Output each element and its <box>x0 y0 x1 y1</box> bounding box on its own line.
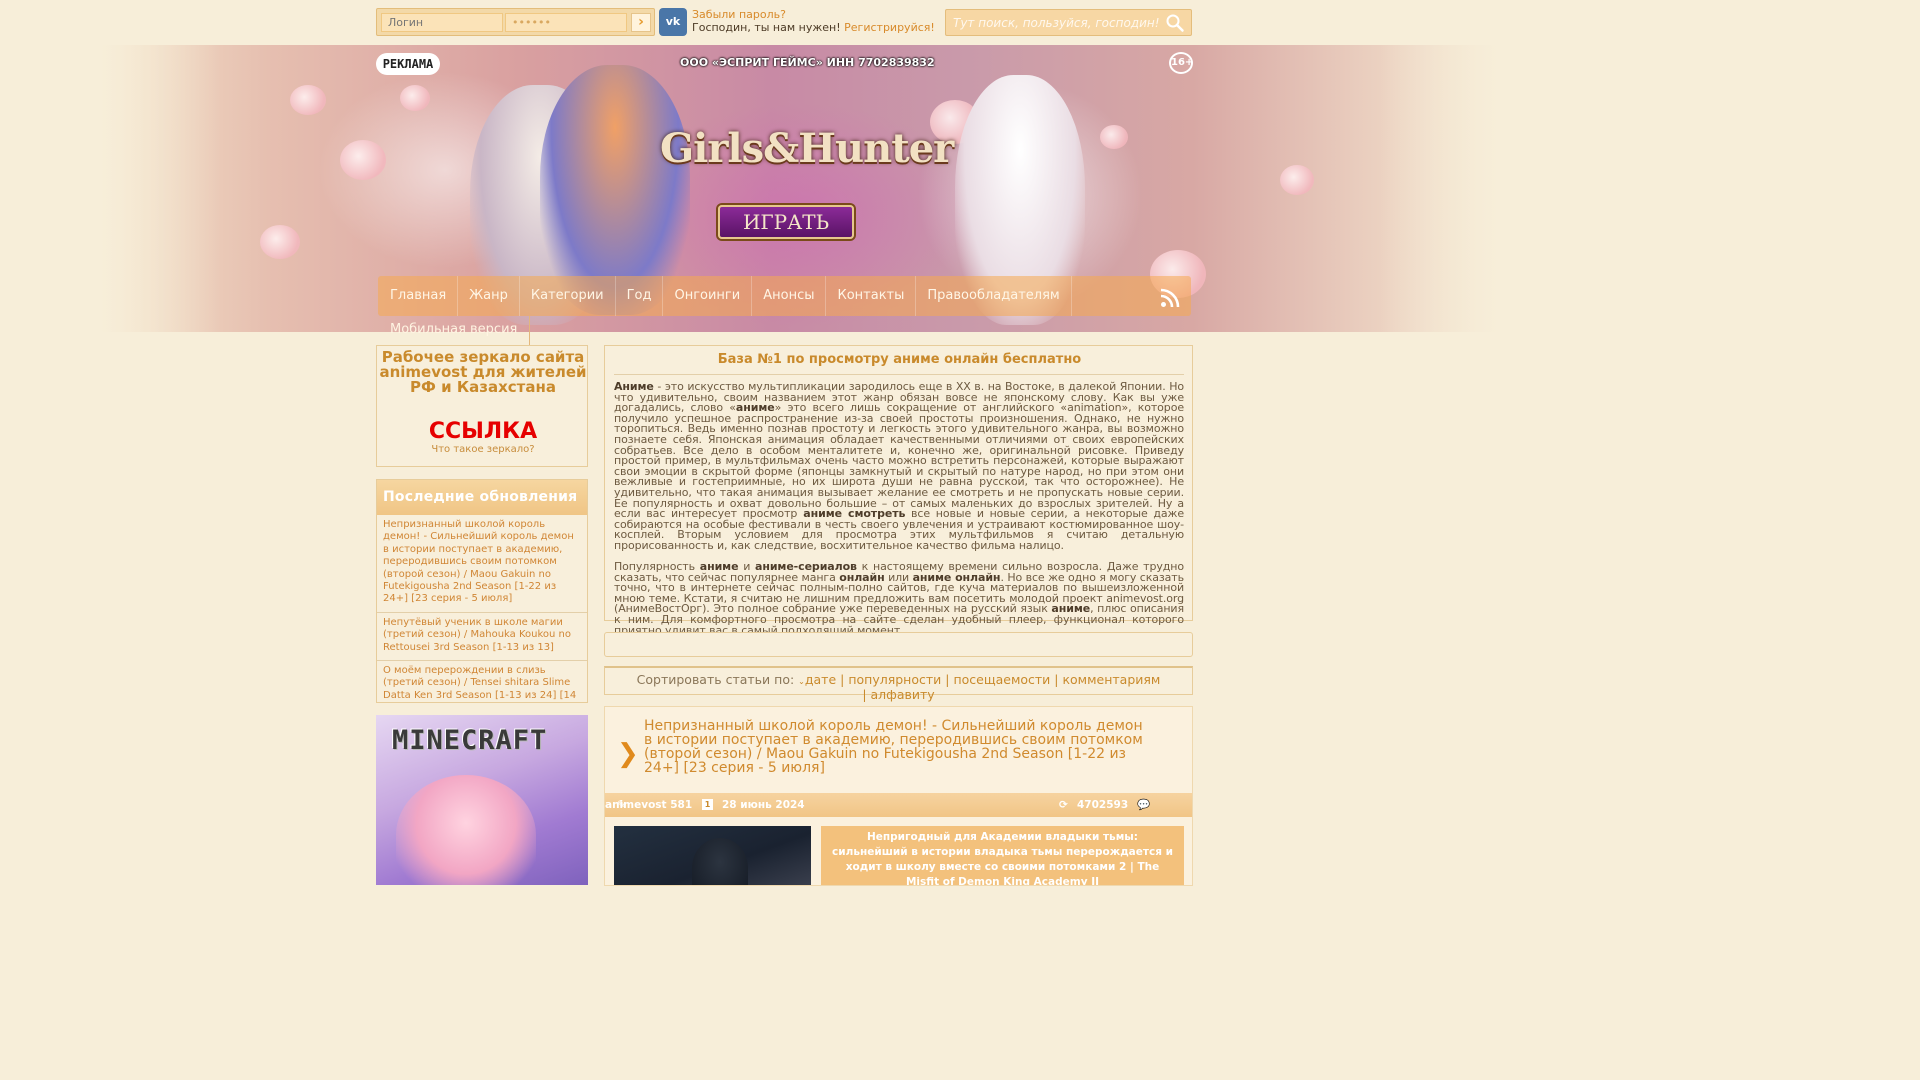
sort-by-visits[interactable]: посещаемости <box>953 672 1050 687</box>
post-description: Непригодный для Академии владыки тьмы: с… <box>821 826 1184 885</box>
latest-updates: Последние обновления Непризнанный школой… <box>376 479 588 703</box>
update-item[interactable]: О моём перерождении в слизь (третий сезо… <box>377 661 587 702</box>
post-badge: 1 <box>702 799 713 810</box>
intro-title: База №1 по просмотру аниме онлайн беспла… <box>717 352 1082 367</box>
login-input[interactable] <box>381 13 503 32</box>
nav-item-categories[interactable]: Категории <box>520 276 616 316</box>
mirror-link[interactable]: ССЫЛКА <box>377 419 589 444</box>
nav-item-copyright[interactable]: Правообладателям <box>916 276 1072 316</box>
intro-paragraph-1: Аниме - это искусство мультипликации зар… <box>614 380 1185 552</box>
game-logo: Girls&Hunter <box>660 125 954 172</box>
register-link[interactable]: Регистрируйся! <box>844 21 935 34</box>
post-meta: ✎ animevost 1 28 июнь 2024 ⟳ 4702593 💬 5… <box>605 793 1192 817</box>
login-submit-button[interactable]: › <box>631 13 651 32</box>
advertiser-info: ООО «ЭСПРИТ ГЕЙМС» ИНН 7702839832 <box>680 56 935 69</box>
search-icon[interactable] <box>1165 13 1185 33</box>
sort-by-date[interactable]: дате <box>805 672 836 687</box>
register-prompt: Господин, ты нам нужен! <box>692 21 841 34</box>
play-button[interactable]: ИГРАТЬ <box>718 205 854 239</box>
nav-item-ongoing[interactable]: Онгоинги <box>663 276 753 316</box>
post-author[interactable]: animevost <box>605 799 667 811</box>
intro-paragraph-2: Популярность аниме и аниме-сериалов к на… <box>614 560 1185 637</box>
update-item[interactable]: Непутёвый ученик в школе магии (третий с… <box>377 613 587 662</box>
nav-item-year[interactable]: Год <box>616 276 664 316</box>
sort-by-alphabet[interactable]: алфавиту <box>871 687 935 702</box>
password-input[interactable] <box>505 13 627 32</box>
search-input[interactable] <box>947 11 1163 34</box>
intro-text: Аниме - это искусство мультипликации зар… <box>614 380 1185 647</box>
mirror-title: Рабочее зеркало сайта animevost для жите… <box>379 348 587 396</box>
intro-box: База №1 по просмотру аниме онлайн беспла… <box>604 345 1193 636</box>
nav-item-home[interactable]: Главная <box>378 276 459 316</box>
chevron-down-icon: ⌄ <box>798 677 805 686</box>
minecraft-logo: MINECRAFT <box>392 725 548 756</box>
mirror-box: Рабочее зеркало сайта animevost для жите… <box>376 345 588 467</box>
post-date: 28 июнь 2024 <box>722 799 805 811</box>
comments-icon: 💬 <box>1137 799 1151 811</box>
sort-label: Сортировать статьи по: <box>636 672 795 687</box>
author-icon: ✎ <box>617 799 626 811</box>
post-card: ❯ Непризнанный школой король демон! - Си… <box>604 706 1193 886</box>
nav-item-announcements[interactable]: Анонсы <box>752 276 827 316</box>
register-line: Господин, ты нам нужен! Регистрируйся! <box>692 21 935 34</box>
nav-item-mobile[interactable]: Мобильная версия <box>378 316 530 346</box>
latest-updates-header: Последние обновления <box>377 480 587 515</box>
thumbnail-character <box>692 838 748 885</box>
post-comments[interactable]: 581 <box>670 799 692 811</box>
mirror-what-link[interactable]: Что такое зеркало? <box>377 444 589 455</box>
ad-character-art <box>396 775 536 885</box>
post-thumbnail[interactable] <box>614 826 811 885</box>
minecraft-ad-banner[interactable]: MINECRAFT <box>376 715 588 885</box>
divider <box>614 374 1184 375</box>
age-rating-badge: 16+ <box>1169 52 1193 74</box>
sort-by-comments[interactable]: комментариям <box>1062 672 1160 687</box>
chevron-right-icon: ❯ <box>617 739 639 769</box>
sort-bar: Сортировать статьи по: ⌄дате | популярно… <box>604 666 1193 700</box>
search-box <box>945 9 1192 36</box>
ad-label: РЕКЛАМА <box>376 53 440 75</box>
main-nav: Главная Жанр Категории Год Онгоинги Анон… <box>378 276 1191 316</box>
views-icon: ⟳ <box>1059 799 1068 811</box>
post-views: 4702593 <box>1077 799 1129 811</box>
vk-login-icon[interactable]: vk <box>659 8 687 36</box>
sort-by-popularity[interactable]: популярности <box>848 672 941 687</box>
rss-icon[interactable] <box>1160 288 1180 308</box>
empty-panel <box>604 632 1193 657</box>
update-item[interactable]: Непризнанный школой король демон! - Силь… <box>377 515 587 613</box>
login-form: › <box>376 8 655 36</box>
nav-item-contacts[interactable]: Контакты <box>826 276 917 316</box>
forgot-password-link[interactable]: Забыли пароль? <box>692 8 786 21</box>
post-title[interactable]: Непризнанный школой король демон! - Силь… <box>644 719 1154 775</box>
nav-item-genre[interactable]: Жанр <box>458 276 520 316</box>
